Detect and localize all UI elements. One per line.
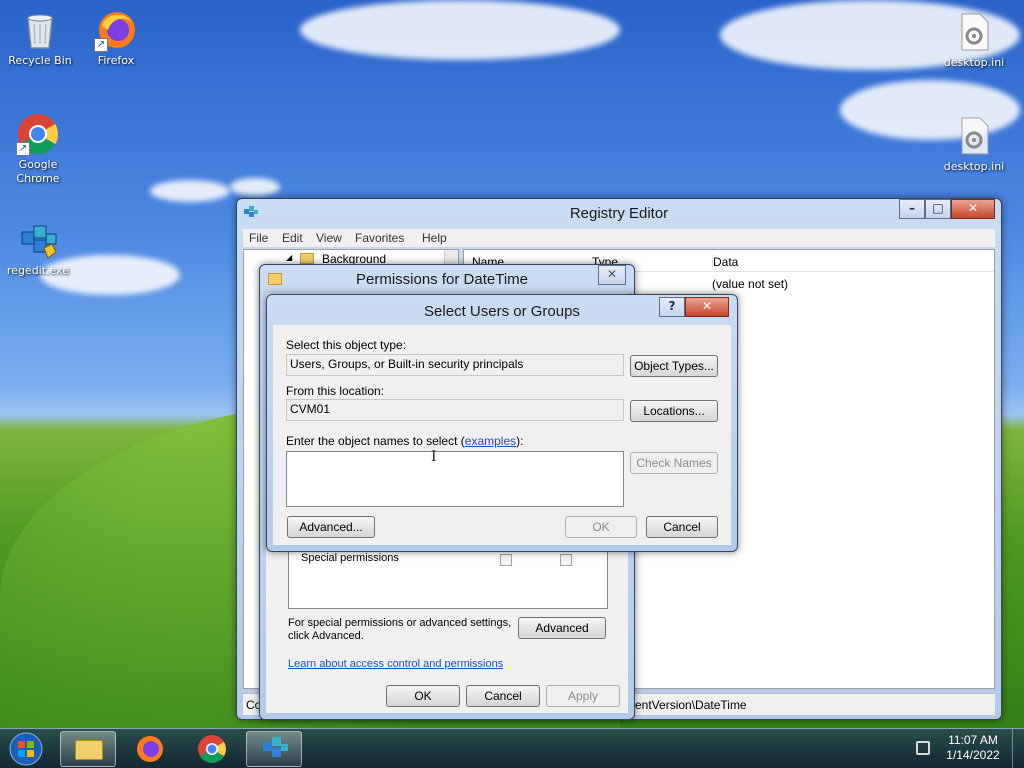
shortcut-arrow-icon: ↗ bbox=[94, 38, 108, 52]
settings-file-icon bbox=[952, 10, 996, 54]
windows-logo-icon bbox=[9, 732, 43, 766]
object-types-button[interactable]: Object Types... bbox=[630, 355, 718, 377]
location-field: CVM01 bbox=[286, 399, 624, 421]
registry-cubes-icon bbox=[263, 737, 288, 757]
enter-names-label: Enter the object names to select (exampl… bbox=[286, 434, 523, 448]
maximize-button[interactable]: □ bbox=[925, 199, 951, 219]
desktop-ini-file-2[interactable]: desktop.ini bbox=[938, 114, 1010, 174]
start-button[interactable] bbox=[6, 731, 46, 767]
chrome-desktop-icon[interactable]: ↗ Google Chrome bbox=[2, 112, 74, 186]
permissions-cancel-button[interactable]: Cancel bbox=[466, 685, 540, 707]
select-users-body: Select this object type: Users, Groups, … bbox=[273, 325, 731, 545]
menu-edit[interactable]: Edit bbox=[282, 231, 303, 245]
chrome-icon: ↗ bbox=[16, 112, 60, 156]
desktop-icon-label: Firefox bbox=[97, 54, 135, 67]
locations-button[interactable]: Locations... bbox=[630, 400, 718, 422]
column-data[interactable]: Data bbox=[712, 255, 738, 269]
menu-file[interactable]: File bbox=[249, 231, 268, 245]
permissions-advanced-button[interactable]: Advanced bbox=[518, 617, 606, 639]
firefox-icon: ↗ bbox=[94, 8, 138, 52]
special-settings-text-1: For special permissions or advanced sett… bbox=[288, 617, 512, 629]
allow-checkbox[interactable] bbox=[500, 554, 512, 566]
network-icon[interactable] bbox=[916, 741, 930, 755]
permissions-title: Permissions for DateTime bbox=[356, 271, 528, 288]
learn-access-control-link[interactable]: Learn about access control and permissio… bbox=[288, 658, 503, 670]
menu-view[interactable]: View bbox=[316, 231, 342, 245]
permissions-list[interactable]: Special permissions bbox=[288, 547, 608, 609]
help-button[interactable]: ? bbox=[659, 297, 685, 317]
shortcut-arrow-icon: ↗ bbox=[16, 142, 30, 156]
close-button[interactable]: ✕ bbox=[598, 265, 626, 285]
taskbar-regedit-button[interactable] bbox=[246, 731, 302, 767]
desktop-icon-label: desktop.ini bbox=[943, 160, 1005, 173]
trash-icon bbox=[18, 8, 62, 52]
taskbar-firefox-button[interactable] bbox=[122, 731, 178, 767]
desktop-icon-label: Recycle Bin bbox=[8, 54, 72, 67]
regedit-desktop-icon[interactable]: regedit.exe bbox=[2, 218, 74, 278]
menu-bar: File Edit View Favorites Help bbox=[243, 229, 995, 247]
minimize-button[interactable]: – bbox=[899, 199, 925, 219]
cancel-button[interactable]: Cancel bbox=[646, 516, 718, 538]
status-path: entVersion\DateTime bbox=[635, 698, 747, 712]
recycle-bin-icon[interactable]: Recycle Bin bbox=[4, 8, 76, 68]
enter-names-suffix: ): bbox=[516, 434, 524, 448]
firefox-icon bbox=[137, 736, 163, 762]
taskbar-explorer-button[interactable] bbox=[60, 731, 116, 767]
advanced-button[interactable]: Advanced... bbox=[287, 516, 375, 538]
select-users-dialog[interactable]: Select Users or Groups ? ✕ Select this o… bbox=[266, 294, 738, 552]
examples-link[interactable]: examples bbox=[465, 434, 516, 448]
enter-names-text: Enter the object names to select ( bbox=[286, 434, 465, 448]
ok-button[interactable]: OK bbox=[565, 516, 637, 538]
value-data-cell[interactable]: (value not set) bbox=[712, 277, 788, 291]
desktop-icon-label: desktop.ini bbox=[943, 56, 1005, 69]
expand-arrow-icon[interactable]: ◢ bbox=[286, 253, 292, 262]
desktop-icon-label: regedit.exe bbox=[6, 264, 70, 277]
close-button[interactable]: ✕ bbox=[951, 199, 995, 219]
window-title: Registry Editor bbox=[569, 205, 669, 222]
permissions-apply-button[interactable]: Apply bbox=[546, 685, 620, 707]
firefox-desktop-icon[interactable]: ↗ Firefox bbox=[80, 8, 152, 68]
settings-file-icon bbox=[952, 114, 996, 158]
taskbar-chrome-button[interactable] bbox=[184, 731, 240, 767]
show-desktop-button[interactable] bbox=[1012, 729, 1024, 768]
check-names-button[interactable]: Check Names bbox=[630, 452, 718, 474]
clock-date: 1/14/2022 bbox=[946, 748, 1000, 762]
registry-editor-titlebar[interactable]: Registry Editor – □ ✕ bbox=[237, 199, 1001, 227]
chrome-icon bbox=[198, 735, 226, 763]
close-button[interactable]: ✕ bbox=[685, 297, 729, 317]
text-cursor-icon: I bbox=[431, 449, 437, 465]
desktop-ini-file-1[interactable]: desktop.ini bbox=[938, 10, 1010, 70]
permissions-ok-button[interactable]: OK bbox=[386, 685, 460, 707]
special-permissions-label: Special permissions bbox=[301, 552, 399, 564]
object-type-label: Select this object type: bbox=[286, 338, 407, 352]
desktop-icon-label: Google Chrome bbox=[16, 158, 60, 185]
taskbar: 11:07 AM 1/14/2022 bbox=[0, 728, 1024, 768]
registry-cubes-icon bbox=[16, 218, 60, 262]
object-names-input[interactable] bbox=[286, 451, 624, 507]
menu-help[interactable]: Help bbox=[422, 231, 447, 245]
special-settings-text-2: click Advanced. bbox=[288, 630, 364, 642]
folder-icon bbox=[75, 740, 103, 760]
deny-checkbox[interactable] bbox=[560, 554, 572, 566]
permissions-titlebar[interactable]: Permissions for DateTime ✕ bbox=[260, 265, 634, 293]
clock[interactable]: 11:07 AM 1/14/2022 bbox=[940, 733, 1006, 763]
folder-icon bbox=[300, 253, 314, 264]
clock-time: 11:07 AM bbox=[948, 733, 998, 747]
object-type-field: Users, Groups, or Built-in security prin… bbox=[286, 354, 624, 376]
location-label: From this location: bbox=[286, 384, 385, 398]
select-users-titlebar[interactable]: Select Users or Groups ? ✕ bbox=[267, 295, 737, 323]
menu-favorites[interactable]: Favorites bbox=[355, 231, 404, 245]
